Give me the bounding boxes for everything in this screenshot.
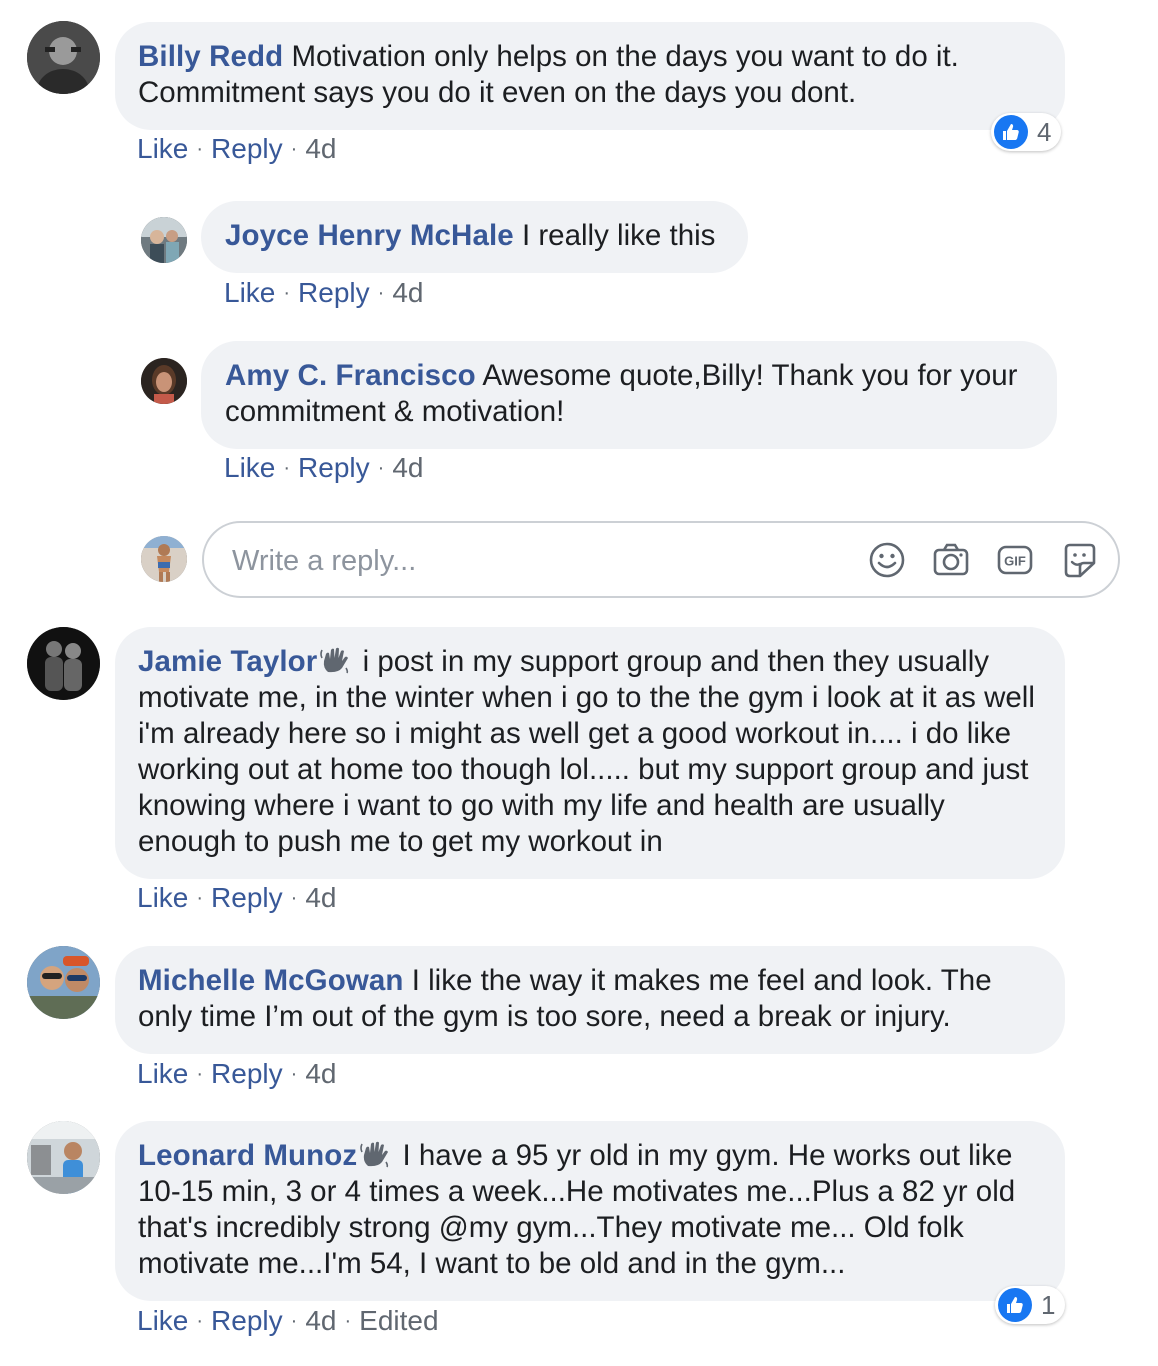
comment-author[interactable]: Jamie Taylor (138, 645, 317, 678)
comment-time[interactable]: 4d (305, 133, 336, 164)
comment-actions: Like · Reply · 4d (137, 882, 337, 913)
reply-link[interactable]: Reply (211, 1305, 283, 1336)
comment-time[interactable]: 4d (305, 1305, 336, 1336)
reply-bubble: Joyce Henry McHale I really like this (201, 201, 748, 273)
avatar[interactable] (141, 358, 187, 404)
avatar[interactable] (27, 946, 100, 1019)
comment-bubble: Michelle McGowan I like the way it makes… (115, 946, 1065, 1054)
reply-bubble: Amy C. Francisco Awesome quote,Billy! Th… (201, 341, 1057, 449)
like-link[interactable]: Like (137, 133, 188, 164)
like-link[interactable]: Like (137, 882, 188, 913)
reply-link[interactable]: Reply (298, 452, 370, 483)
comment-actions: Like · Reply · 4d (137, 1058, 337, 1089)
comment-actions: Like · Reply · 4d (137, 133, 337, 164)
comment-author[interactable]: Billy Redd (138, 40, 283, 73)
like-link[interactable]: Like (137, 1058, 188, 1089)
comment-actions: Like · Reply · 4d · Edited (137, 1305, 439, 1336)
waving-hand-icon (320, 647, 349, 674)
gif-icon[interactable]: GIF (996, 541, 1034, 579)
sticker-icon[interactable] (1060, 541, 1098, 579)
like-link[interactable]: Like (224, 277, 275, 308)
reply-input[interactable] (230, 535, 834, 587)
thumbs-up-icon (998, 1288, 1032, 1322)
comment-bubble: Billy Redd Motivation only helps on the … (115, 22, 1065, 130)
comment-author[interactable]: Amy C. Francisco (225, 359, 476, 392)
comment-author[interactable]: Joyce Henry McHale (225, 219, 514, 252)
camera-icon[interactable] (932, 541, 970, 579)
like-link[interactable]: Like (224, 452, 275, 483)
comment-author[interactable]: Leonard Munoz (138, 1139, 357, 1172)
reaction-summary[interactable]: 1 (995, 1286, 1066, 1324)
current-user-avatar (141, 536, 187, 582)
svg-text:GIF: GIF (1004, 554, 1026, 569)
comment-time[interactable]: 4d (392, 452, 423, 483)
comment-bubble: Jamie Taylor i post in my support group … (115, 627, 1065, 879)
thumbs-up-icon (994, 115, 1028, 149)
reaction-summary[interactable]: 4 (991, 113, 1062, 151)
reply-link[interactable]: Reply (211, 133, 283, 164)
comment-time[interactable]: 4d (305, 882, 336, 913)
emoji-icon[interactable] (868, 541, 906, 579)
comment-time[interactable]: 4d (305, 1058, 336, 1089)
like-link[interactable]: Like (137, 1305, 188, 1336)
avatar[interactable] (27, 1121, 100, 1194)
comment-bubble: Leonard Munoz I have a 95 yr old in my g… (115, 1121, 1065, 1301)
reply-link[interactable]: Reply (211, 882, 283, 913)
waving-hand-icon (360, 1141, 389, 1168)
avatar[interactable] (141, 217, 187, 263)
reply-link[interactable]: Reply (298, 277, 370, 308)
reaction-count: 1 (1041, 1289, 1056, 1320)
comment-actions: Like · Reply · 4d (224, 452, 424, 483)
comment-time[interactable]: 4d (392, 277, 423, 308)
comment-actions: Like · Reply · 4d (224, 277, 424, 308)
reply-composer: GIF (202, 521, 1120, 598)
edited-label[interactable]: Edited (359, 1305, 438, 1336)
reply-link[interactable]: Reply (211, 1058, 283, 1089)
reaction-count: 4 (1037, 116, 1052, 147)
comment-text: I really like this (521, 219, 716, 252)
comment-author[interactable]: Michelle McGowan (138, 964, 404, 997)
avatar[interactable] (27, 627, 100, 700)
avatar[interactable] (27, 21, 100, 94)
